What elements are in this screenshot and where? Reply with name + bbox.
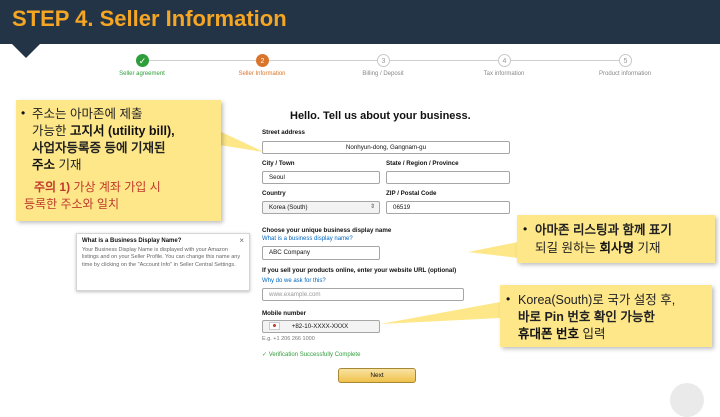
mobile-number-value: +82-10-XXXX-XXXX: [291, 323, 349, 330]
zip-label: ZIP / Postal Code: [386, 190, 437, 197]
bullet-icon: •: [506, 292, 511, 306]
step-2-circle: 2: [256, 54, 269, 67]
mobile-hint: E.g. +1 206 266 1000: [262, 336, 315, 342]
phone-callout-line2: 바로 Pin 번호 확인 가능한: [518, 310, 655, 324]
display-name-help-link[interactable]: What is a business display name?: [262, 236, 353, 242]
address-warning-line2: 등록한 주소와 일치: [24, 197, 119, 211]
address-callout: • 주소는 아마존에 제출 가능한 고지서 (utility bill), 사업…: [16, 100, 221, 221]
bullet-icon: •: [523, 222, 528, 236]
country-label: Country: [262, 190, 286, 197]
step-5-circle: 5: [619, 54, 632, 67]
country-select-value: Korea (South): [269, 204, 308, 211]
header-notch: [12, 44, 40, 58]
display-callout-line2: 되길 원하는 회사명 기재: [535, 241, 661, 255]
city-input[interactable]: Seoul: [262, 171, 380, 184]
street-address-input[interactable]: Nonhyun-dong, Gangnam-gu: [262, 141, 510, 154]
phone-callout-pointer: [380, 302, 500, 324]
city-label: City / Town: [262, 160, 295, 167]
website-help-link[interactable]: Why do we ask for this?: [262, 278, 326, 284]
verification-status: ✓ Verification Successfully Complete: [262, 352, 361, 358]
address-warning-line1: 주의 1) 가상 계좌 가입 시: [34, 180, 161, 194]
address-callout-line4: 주소 기재: [32, 158, 82, 172]
header-bar: STEP 4. Seller Information: [0, 0, 720, 44]
mobile-number-input[interactable]: +82-10-XXXX-XXXX: [262, 320, 380, 333]
info-popup-text: Your Business Display Name is displayed …: [82, 247, 241, 268]
display-name-input[interactable]: ABC Company: [262, 246, 380, 260]
display-name-info-popup: What is a Business Display Name? × Your …: [76, 233, 250, 291]
country-select[interactable]: Korea (South) ⇕: [262, 201, 380, 214]
display-callout-line1: 아마존 리스팅과 함께 표기: [535, 223, 672, 237]
display-callout-pointer: [468, 242, 518, 258]
state-input[interactable]: [386, 171, 510, 184]
select-arrows-icon: ⇕: [369, 204, 375, 210]
step-1-check-icon: ✓: [136, 54, 149, 67]
step-3-label: Billing / Deposit: [362, 71, 404, 77]
address-callout-line1: 주소는 아마존에 제출: [32, 107, 143, 121]
step-1-label: Seller agreement: [119, 71, 165, 77]
mobile-label: Mobile number: [262, 310, 307, 317]
page-title: STEP 4. Seller Information: [12, 6, 287, 31]
close-icon[interactable]: ×: [239, 236, 244, 245]
decorative-circle: [670, 383, 704, 417]
korea-flag-icon: [269, 322, 280, 331]
step-3-circle: 3: [377, 54, 390, 67]
state-label: State / Region / Province: [386, 160, 459, 167]
bullet-icon: •: [21, 106, 26, 120]
step-5-label: Product information: [598, 71, 652, 77]
phone-callout-line1: Korea(South)로 국가 설정 후,: [518, 293, 676, 307]
step-2-label: Seller Information: [238, 71, 286, 77]
step-4-label: Tax information: [483, 71, 525, 77]
info-popup-title: What is a Business Display Name?: [82, 238, 182, 244]
step-4-circle: 4: [498, 54, 511, 67]
website-label: If you sell your products online, enter …: [262, 267, 457, 274]
address-callout-line3: 사업자등록증 등에 기재된: [32, 141, 166, 155]
display-name-callout: • 아마존 리스팅과 함께 표기 되길 원하는 회사명 기재: [517, 215, 715, 263]
display-name-label: Choose your unique business display name: [262, 227, 392, 234]
form-title: Hello. Tell us about your business.: [290, 110, 471, 122]
phone-callout: • Korea(South)로 국가 설정 후, 바로 Pin 번호 확인 가능…: [500, 285, 712, 347]
address-callout-line2: 가능한 고지서 (utility bill),: [32, 124, 175, 138]
next-button[interactable]: Next: [338, 368, 416, 383]
zip-input[interactable]: 06519: [386, 201, 510, 214]
phone-callout-line3: 휴대폰 번호 입력: [518, 327, 606, 341]
